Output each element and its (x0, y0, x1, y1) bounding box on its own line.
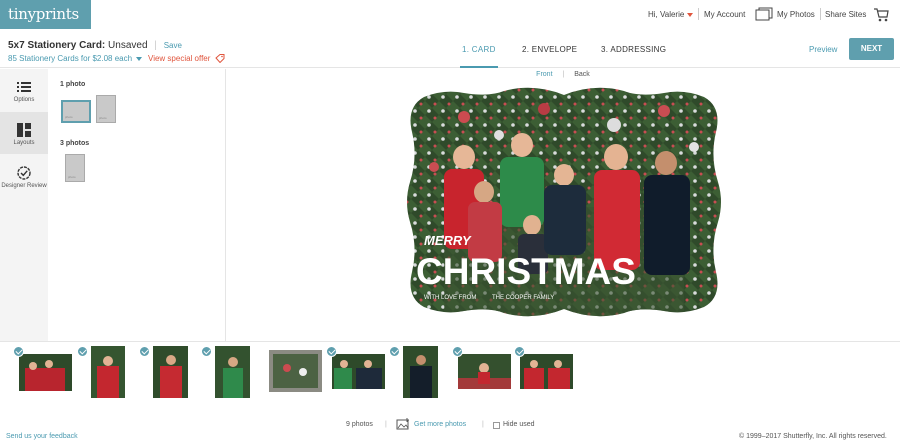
used-check-icon (389, 346, 400, 357)
photo-thumb[interactable] (215, 346, 250, 398)
card-text-love: WITH LOVE FROM (424, 295, 476, 301)
used-check-icon (139, 346, 150, 357)
chevron-down-icon (687, 12, 694, 17)
photo-thumb[interactable] (332, 354, 385, 389)
sidebar-item-label: Layouts (13, 140, 35, 146)
my-account-link[interactable]: My Account (704, 10, 745, 19)
list-icon (17, 82, 31, 92)
divider: | (385, 421, 387, 428)
thumb-label: photo (68, 175, 76, 179)
layout-thumb-vertical[interactable]: photo (96, 95, 116, 123)
used-check-icon (201, 346, 212, 357)
sidebar-item-label: Options (13, 97, 35, 103)
design-canvas: Front | Back MERRY CHRISTMAS WITH LOVE F… (226, 69, 900, 341)
thumb-label: photo (65, 115, 73, 119)
tab-addressing[interactable]: 3. ADDRESSING (601, 45, 666, 54)
layout-thumb-three-photos[interactable]: photo (65, 154, 85, 182)
tool-sidebar: Options Layouts Designer Review (0, 69, 48, 341)
price-selector[interactable]: 85 Stationery Cards for $2.08 each (8, 54, 143, 63)
photo-thumb[interactable] (520, 354, 573, 389)
cart-icon[interactable] (873, 7, 889, 22)
user-greeting[interactable]: Hi, Valerie (648, 10, 694, 19)
share-sites-link[interactable]: Share Sites (825, 10, 866, 19)
photo-count: 9 photos (346, 421, 373, 428)
my-photos-link[interactable]: My Photos (777, 10, 815, 19)
back-tab[interactable]: Back (574, 71, 590, 78)
brand-logo[interactable]: tinyprints (0, 0, 91, 29)
active-step-indicator (460, 66, 498, 68)
project-header: 5x7 Stationery Card: Unsaved | Save 85 S… (0, 31, 900, 68)
top-bar: tinyprints Hi, Valerie My Account My Pho… (0, 0, 900, 31)
photo-thumb[interactable] (458, 354, 511, 389)
photo-thumb[interactable] (19, 354, 72, 391)
copyright: © 1999–2017 Shutterfly, Inc. All rights … (739, 433, 887, 440)
hide-used-checkbox[interactable] (493, 422, 500, 429)
photos-icon (755, 7, 773, 21)
thumb-label: photo (99, 116, 107, 120)
front-tab[interactable]: Front (536, 71, 552, 78)
tab-card[interactable]: 1. CARD (462, 45, 496, 54)
project-title: 5x7 Stationery Card: Unsaved | Save (8, 40, 182, 51)
photo-tray (0, 341, 900, 409)
chevron-down-icon (136, 56, 143, 61)
special-offer-link[interactable]: View special offer (148, 54, 225, 64)
card-preview[interactable]: MERRY CHRISTMAS WITH LOVE FROM THE COOPE… (404, 87, 724, 317)
side-toggle: Front | Back (226, 71, 900, 78)
divider (698, 8, 699, 20)
hide-used-label: Hide used (503, 421, 535, 428)
card-text-family: THE COOPER FAMILY (492, 295, 554, 301)
divider (820, 8, 821, 20)
divider: | (482, 421, 484, 428)
photo-thumb[interactable] (403, 346, 438, 398)
feedback-link[interactable]: Send us your feedback (6, 433, 78, 440)
used-check-icon (326, 346, 337, 357)
tag-icon (214, 54, 225, 64)
photo-thumb[interactable] (153, 346, 188, 398)
used-check-icon (13, 346, 24, 357)
sidebar-item-designer-review[interactable]: Designer Review (0, 155, 48, 197)
card-text-christmas: CHRISTMAS (416, 251, 636, 292)
sidebar-item-label: Designer Review (1, 183, 47, 189)
section-heading: 1 photo (60, 81, 86, 88)
used-check-icon (77, 346, 88, 357)
layout-thumb-horizontal[interactable]: photo (61, 100, 91, 123)
photo-thumb[interactable] (91, 346, 125, 398)
layouts-icon (17, 123, 31, 137)
photo-thumb[interactable] (269, 350, 322, 392)
used-check-icon (514, 346, 525, 357)
card-text-merry: MERRY (424, 233, 472, 248)
divider: | (562, 71, 565, 78)
add-photo-icon (396, 418, 409, 430)
footer: Send us your feedback 9 photos | Get mor… (0, 409, 900, 443)
save-link[interactable]: Save (164, 41, 182, 50)
used-check-icon (452, 346, 463, 357)
tab-envelope[interactable]: 2. ENVELOPE (522, 45, 577, 54)
layouts-panel: 1 photo photo photo 3 photos photo (48, 69, 226, 341)
sidebar-item-layouts[interactable]: Layouts (0, 112, 48, 154)
get-more-photos-link[interactable]: Get more photos (414, 421, 466, 428)
next-button[interactable]: NEXT (849, 38, 894, 60)
sidebar-item-options[interactable]: Options (0, 69, 48, 111)
check-circle-icon (17, 166, 31, 180)
section-heading: 3 photos (60, 140, 90, 147)
preview-link[interactable]: Preview (809, 45, 837, 54)
